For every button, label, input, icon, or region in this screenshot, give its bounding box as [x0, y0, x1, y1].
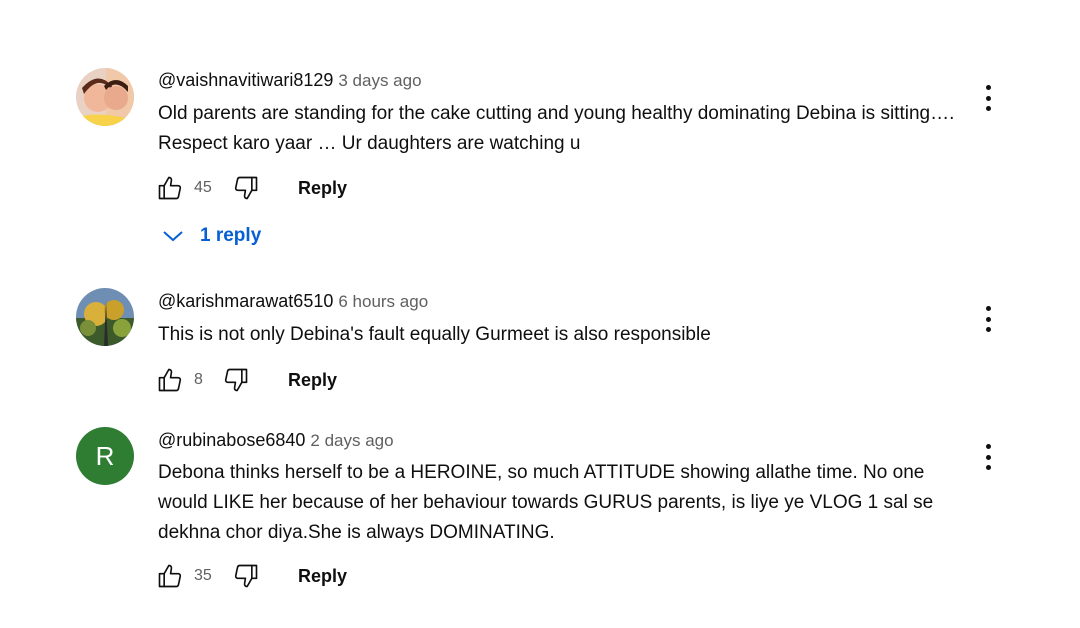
- thumbs-up-icon[interactable]: [156, 562, 184, 590]
- like-count: 35: [194, 567, 212, 584]
- timestamp[interactable]: 2 days ago: [310, 431, 393, 450]
- author-handle[interactable]: @rubinabose6840: [158, 430, 305, 450]
- comment-header: @rubinabose6840 2 days ago: [158, 430, 394, 451]
- comment-thread: R @rubinabose6840 2 days ago Debona think…: [0, 0, 1080, 628]
- reply-button[interactable]: Reply: [298, 566, 347, 587]
- comment-text: Debona thinks herself to be a HEROINE, s…: [158, 462, 934, 543]
- thumbs-down-icon[interactable]: [232, 562, 260, 590]
- action-bar: 35 Reply: [156, 561, 347, 591]
- avatar[interactable]: R: [76, 427, 134, 485]
- more-vert-icon[interactable]: [978, 442, 998, 472]
